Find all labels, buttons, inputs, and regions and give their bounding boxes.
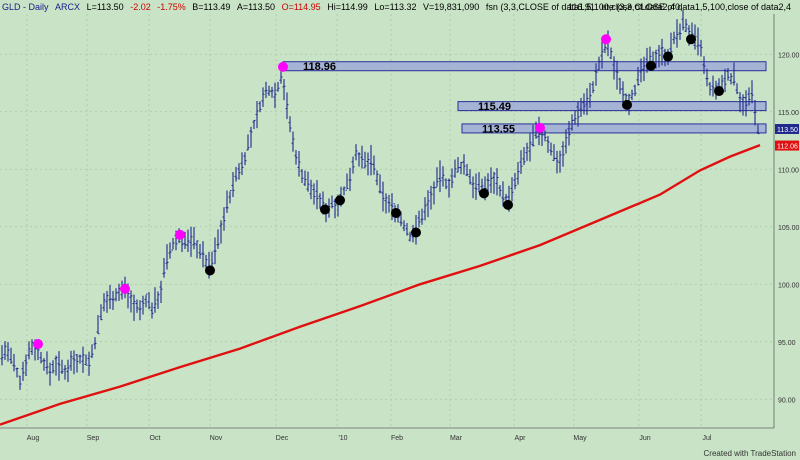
pivot-low-marker [479,188,489,199]
pivot-low-marker [646,60,656,71]
x-tick-label: Apr [515,435,527,442]
pivot-low-marker [391,207,401,218]
x-tick-label: Dec [276,435,289,442]
x-tick-label: Jun [639,435,650,442]
y-tick-label: 120.00 [778,52,800,59]
x-tick-label: Oct [150,435,161,442]
y-tick-label: 115.00 [778,110,799,117]
level-label: 115.49 [478,101,511,113]
x-tick-label: Sep [87,435,100,442]
y-tick-label: 110.00 [778,167,799,174]
pivot-high-marker [120,283,130,294]
x-tick-label: '10 [338,435,347,442]
pivot-low-marker [714,86,724,97]
pivot-low-marker [686,34,696,45]
x-tick-label: Jul [703,435,712,442]
ma-price-tag: 112.06 [777,144,798,151]
pivot-high-marker [601,34,611,45]
y-tick-label: 95.00 [778,340,796,347]
pivot-low-marker [503,199,513,210]
pivot-low-marker [335,195,345,206]
price-axis-panel [774,14,800,428]
pivot-high-marker [175,229,185,240]
footer-credit: Created with TradeStation [703,449,797,458]
x-tick-label: Feb [391,435,403,442]
y-tick-label: 105.00 [778,225,800,232]
x-tick-label: Mar [450,435,463,442]
level-label: 118.96 [303,61,336,73]
last-price-tag: 113.50 [777,127,798,134]
x-tick-label: May [573,435,587,442]
pivot-high-marker [33,339,43,350]
price-chart[interactable]: 90.00 95.00 100.00 105.00 110.00 115.00 120.00… [0,0,800,460]
x-tick-label: Nov [210,435,223,442]
y-tick-label: 90.00 [778,397,796,404]
chart-window: GLD - Daily ARCX L=113.50 -2.02 -1.75% B… [0,0,800,460]
pivot-high-marker [278,61,288,72]
level-band [282,61,767,72]
pivot-high-marker [535,122,545,133]
pivot-low-marker [622,99,632,110]
x-tick-label: Aug [27,435,40,442]
pivot-low-marker [663,51,673,62]
pivot-low-marker [320,204,330,215]
pivot-low-marker [411,227,421,238]
pivot-low-marker [205,265,215,276]
level-label: 113.55 [482,123,515,135]
y-tick-label: 100.00 [778,282,800,289]
